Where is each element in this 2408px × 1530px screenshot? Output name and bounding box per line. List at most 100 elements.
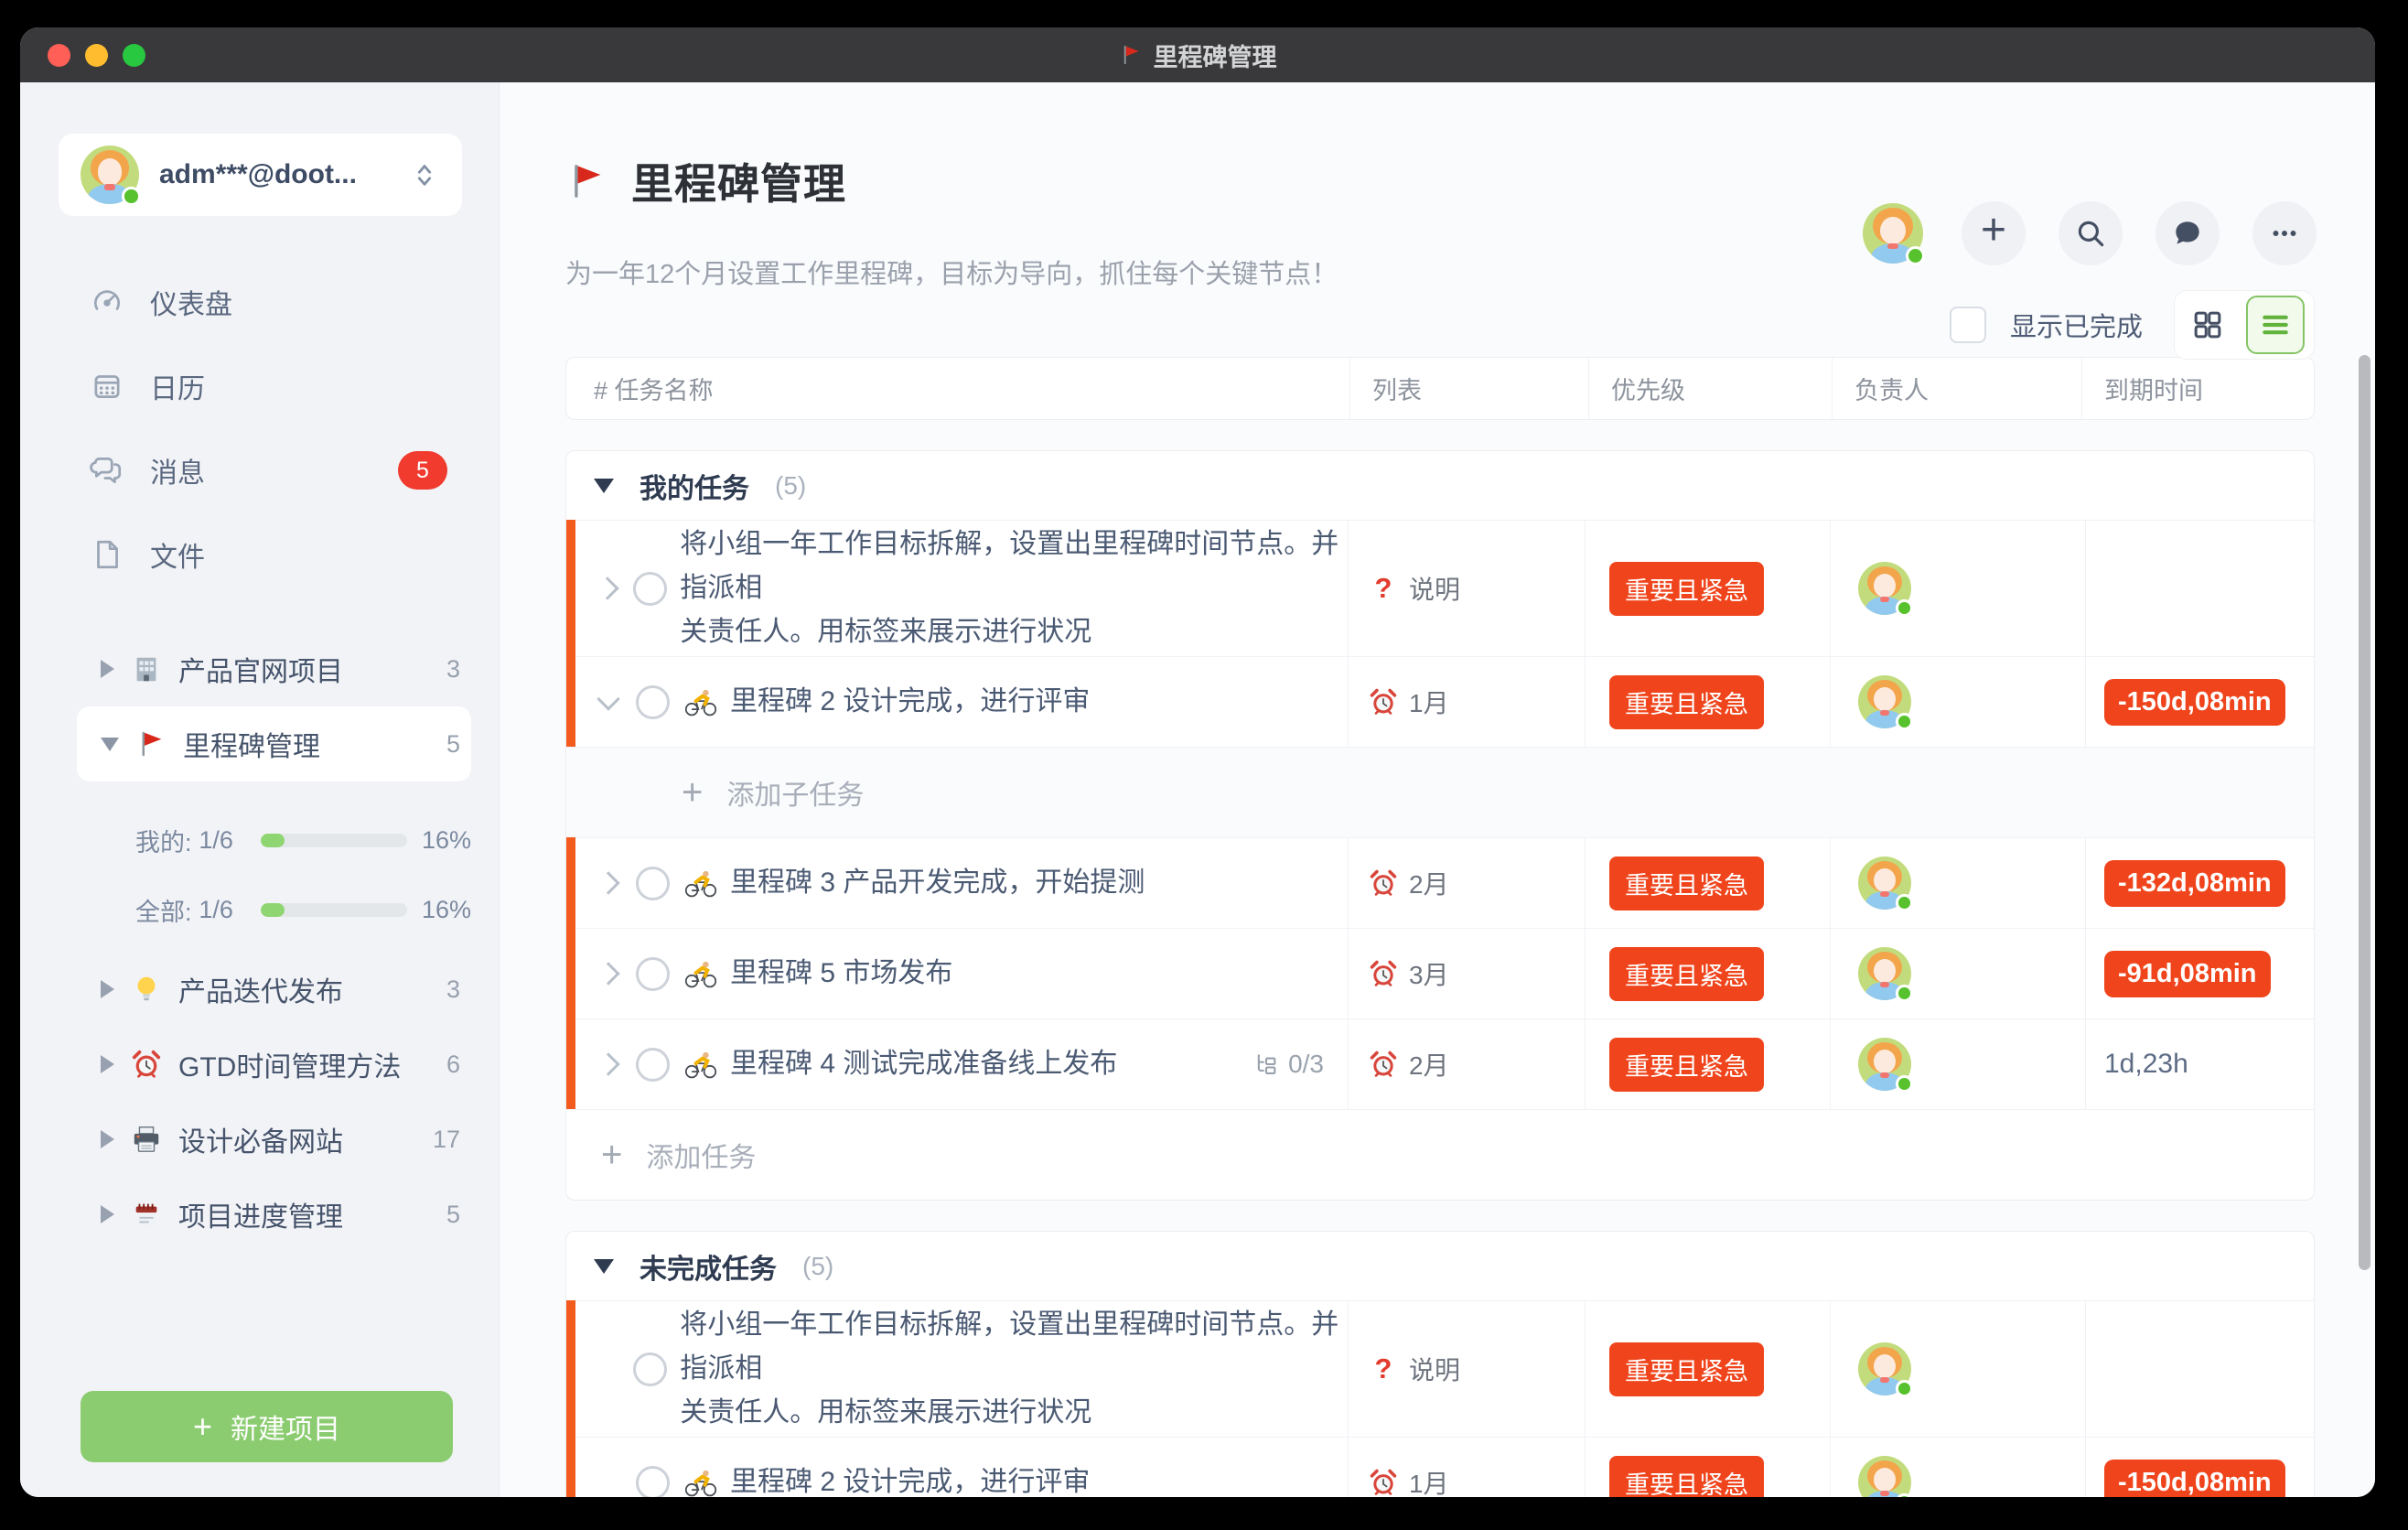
sidebar-project-iterations[interactable]: 产品迭代发布3 xyxy=(77,952,471,1027)
account-switcher[interactable]: adm***@doot... xyxy=(59,134,462,216)
owner-avatar[interactable] xyxy=(1858,562,1911,615)
zoom-window-button[interactable] xyxy=(123,44,145,67)
task-complete-circle[interactable] xyxy=(633,1352,667,1386)
task-complete-circle[interactable] xyxy=(636,957,670,991)
add-task-row[interactable]: +添加任务 xyxy=(566,1109,2314,1200)
task-priority-cell[interactable]: 重要且紧急 xyxy=(1585,1019,1830,1109)
sidebar-item-dashboard[interactable]: 仪表盘 xyxy=(20,260,499,344)
kanban-view-button[interactable] xyxy=(2184,296,2231,354)
task-priority-cell[interactable]: 重要且紧急 xyxy=(1585,838,1830,928)
user-avatar[interactable] xyxy=(1863,203,1923,264)
search-button[interactable] xyxy=(2059,201,2123,265)
collapse-chevron-icon[interactable] xyxy=(596,696,621,707)
list-view-button[interactable] xyxy=(2246,296,2305,354)
collapse-triangle-icon[interactable] xyxy=(594,479,614,493)
show-completed-checkbox[interactable] xyxy=(1950,307,1986,343)
task-due-cell[interactable]: -132d,08min xyxy=(2085,838,2314,928)
task-priority-cell[interactable]: 重要且紧急 xyxy=(1585,929,1830,1018)
task-row[interactable]: 里程碑 2 设计完成，进行评审1月重要且紧急-150d,08min xyxy=(566,656,2314,747)
owner-avatar[interactable] xyxy=(1858,857,1911,910)
expand-triangle-icon[interactable] xyxy=(101,980,114,998)
task-priority-cell[interactable]: 重要且紧急 xyxy=(1585,1438,1830,1497)
task-owner-cell[interactable] xyxy=(1830,1438,2085,1497)
task-complete-circle[interactable] xyxy=(633,572,667,606)
add-button[interactable]: + xyxy=(1962,201,2026,265)
sidebar-project-design-sites[interactable]: 设计必备网站17 xyxy=(77,1102,471,1177)
task-due-cell[interactable]: 1d,23h xyxy=(2085,1019,2314,1109)
section-header[interactable]: 我的任务(5) xyxy=(566,451,2314,520)
sidebar-project-milestones[interactable]: 里程碑管理5 xyxy=(77,706,471,781)
task-list-cell[interactable]: ?说明 xyxy=(1348,521,1585,656)
more-button[interactable] xyxy=(2252,201,2317,265)
task-owner-cell[interactable] xyxy=(1830,657,2085,747)
task-due-cell[interactable]: -91d,08min xyxy=(2085,929,2314,1018)
sidebar-project-product-site[interactable]: 产品官网项目3 xyxy=(77,631,471,706)
sidebar-project-progress[interactable]: 项目进度管理5 xyxy=(77,1177,471,1252)
task-owner-cell[interactable] xyxy=(1830,1301,2085,1437)
owner-avatar[interactable] xyxy=(1858,1342,1911,1395)
owner-avatar[interactable] xyxy=(1858,1456,1911,1497)
task-name-cell: 里程碑 3 产品开发完成，开始提测 xyxy=(566,838,1348,928)
close-window-button[interactable] xyxy=(48,44,70,67)
task-row[interactable]: 里程碑 3 产品开发完成，开始提测2月重要且紧急 -132d,08min xyxy=(566,837,2314,928)
add-label: 添加子任务 xyxy=(726,772,864,813)
expand-chevron-icon[interactable] xyxy=(596,965,621,982)
collapse-triangle-icon[interactable] xyxy=(594,1259,614,1274)
owner-avatar[interactable] xyxy=(1858,947,1911,1000)
grid-icon xyxy=(2188,306,2227,344)
sidebar-item-calendar[interactable]: 日历 xyxy=(20,344,499,428)
task-list-cell[interactable]: 2月 xyxy=(1348,1019,1585,1109)
priority-badge[interactable]: 重要且紧急 xyxy=(1609,562,1764,616)
expand-chevron-icon[interactable] xyxy=(596,875,621,891)
task-priority-cell[interactable]: 重要且紧急 xyxy=(1585,1301,1830,1437)
task-owner-cell[interactable] xyxy=(1830,1019,2085,1109)
task-complete-circle[interactable] xyxy=(636,1048,670,1082)
sidebar-item-files[interactable]: 文件 xyxy=(20,512,499,597)
task-owner-cell[interactable] xyxy=(1830,929,2085,1018)
expand-triangle-icon[interactable] xyxy=(101,660,114,678)
expand-chevron-icon[interactable] xyxy=(596,1056,621,1072)
task-complete-circle[interactable] xyxy=(636,685,670,719)
owner-avatar[interactable] xyxy=(1858,675,1911,728)
task-list-cell[interactable]: ?说明 xyxy=(1348,1301,1585,1437)
task-list-cell[interactable]: 1月 xyxy=(1348,1438,1585,1497)
task-priority-cell[interactable]: 重要且紧急 xyxy=(1585,521,1830,656)
priority-badge[interactable]: 重要且紧急 xyxy=(1609,947,1764,1001)
task-row[interactable]: 里程碑 4 测试完成准备线上发布0/32月重要且紧急1d,23h xyxy=(566,1018,2314,1109)
collapse-triangle-icon[interactable] xyxy=(101,738,119,751)
expand-chevron-icon[interactable] xyxy=(596,580,618,597)
task-row[interactable]: 将小组一年工作目标拆解，设置出里程碑时间节点。并指派相关责任人。用标签来展示进行… xyxy=(566,520,2314,656)
expand-triangle-icon[interactable] xyxy=(101,1205,114,1223)
task-priority-cell[interactable]: 重要且紧急 xyxy=(1585,657,1830,747)
task-complete-circle[interactable] xyxy=(636,867,670,900)
section-header[interactable]: 未完成任务(5) xyxy=(566,1232,2314,1300)
task-complete-circle[interactable] xyxy=(636,1466,670,1498)
add-subtask-row[interactable]: +添加子任务 xyxy=(566,747,2314,837)
chat-button[interactable] xyxy=(2155,201,2220,265)
sidebar-item-messages[interactable]: 消息5 xyxy=(20,428,499,512)
priority-badge[interactable]: 重要且紧急 xyxy=(1609,1456,1764,1498)
task-row[interactable]: 里程碑 2 设计完成，进行评审1月重要且紧急-150d,08min xyxy=(566,1437,2314,1497)
task-row[interactable]: 里程碑 5 市场发布3月重要且紧急-91d,08min xyxy=(566,928,2314,1018)
expand-triangle-icon[interactable] xyxy=(101,1130,114,1148)
task-due-cell[interactable] xyxy=(2085,1301,2314,1437)
task-list-cell[interactable]: 3月 xyxy=(1348,929,1585,1018)
vertical-scrollbar[interactable] xyxy=(2359,355,2370,1270)
sidebar-project-gtd[interactable]: GTD时间管理方法6 xyxy=(77,1027,471,1102)
task-owner-cell[interactable] xyxy=(1830,838,2085,928)
task-owner-cell[interactable] xyxy=(1830,521,2085,656)
task-row[interactable]: 将小组一年工作目标拆解，设置出里程碑时间节点。并指派相关责任人。用标签来展示进行… xyxy=(566,1300,2314,1437)
task-due-cell[interactable]: -150d,08min xyxy=(2085,1438,2314,1497)
owner-avatar[interactable] xyxy=(1858,1038,1911,1091)
minimize-window-button[interactable] xyxy=(85,44,108,67)
task-list-cell[interactable]: 1月 xyxy=(1348,657,1585,747)
expand-triangle-icon[interactable] xyxy=(101,1055,114,1073)
priority-badge[interactable]: 重要且紧急 xyxy=(1609,1038,1764,1092)
task-due-cell[interactable] xyxy=(2085,521,2314,656)
priority-badge[interactable]: 重要且紧急 xyxy=(1609,675,1764,729)
task-list-cell[interactable]: 2月 xyxy=(1348,838,1585,928)
new-project-button[interactable]: + 新建项目 xyxy=(81,1391,453,1462)
priority-badge[interactable]: 重要且紧急 xyxy=(1609,1342,1764,1396)
task-due-cell[interactable]: -150d,08min xyxy=(2085,657,2314,747)
priority-badge[interactable]: 重要且紧急 xyxy=(1609,857,1764,910)
